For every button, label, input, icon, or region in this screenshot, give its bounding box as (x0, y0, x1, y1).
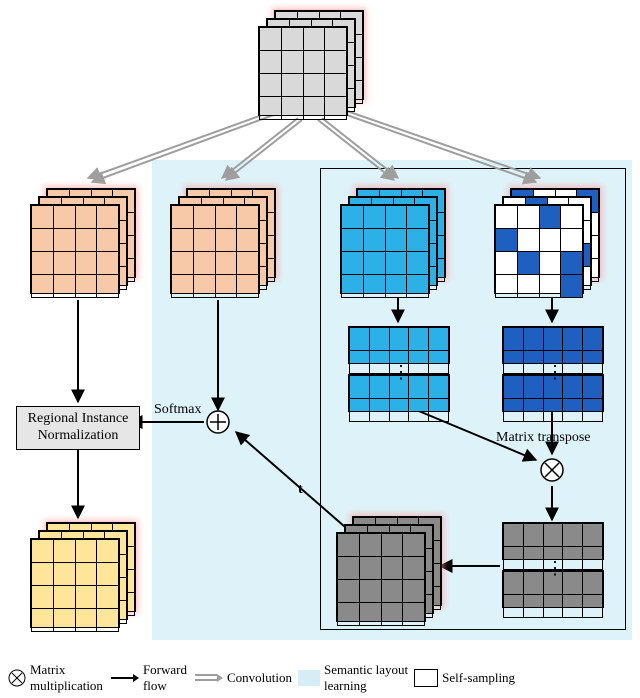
legend: Matrix multiplication Forward flow Convo… (8, 662, 632, 694)
semantic-icon (298, 670, 320, 686)
legend-semantic: Semantic layout learning (298, 662, 408, 694)
legend-matmul: Matrix multiplication (8, 662, 103, 694)
t-label: t (298, 482, 303, 498)
legend-forward: Forward flow (109, 662, 187, 694)
legend-conv: Convolution (193, 670, 292, 686)
conv-icon (193, 671, 223, 685)
matmul-icon (8, 669, 26, 687)
legend-forward-label: Forward flow (143, 662, 187, 694)
legend-selfsample: Self-sampling (414, 669, 515, 687)
matrix-transpose-label: Matrix transpose (496, 430, 590, 446)
selfsample-icon (414, 669, 438, 687)
forward-icon (109, 672, 139, 684)
rin-box: Regional Instance Normalization (16, 406, 140, 450)
legend-matmul-label: Matrix multiplication (30, 662, 103, 694)
legend-selfsample-label: Self-sampling (442, 670, 515, 686)
diagram-canvas: Regional Instance Normalization (0, 0, 640, 698)
rin-label: Regional Instance Normalization (28, 411, 129, 443)
legend-semantic-label: Semantic layout learning (324, 662, 408, 694)
softmax-label: Softmax (154, 402, 201, 418)
legend-conv-label: Convolution (227, 670, 292, 686)
